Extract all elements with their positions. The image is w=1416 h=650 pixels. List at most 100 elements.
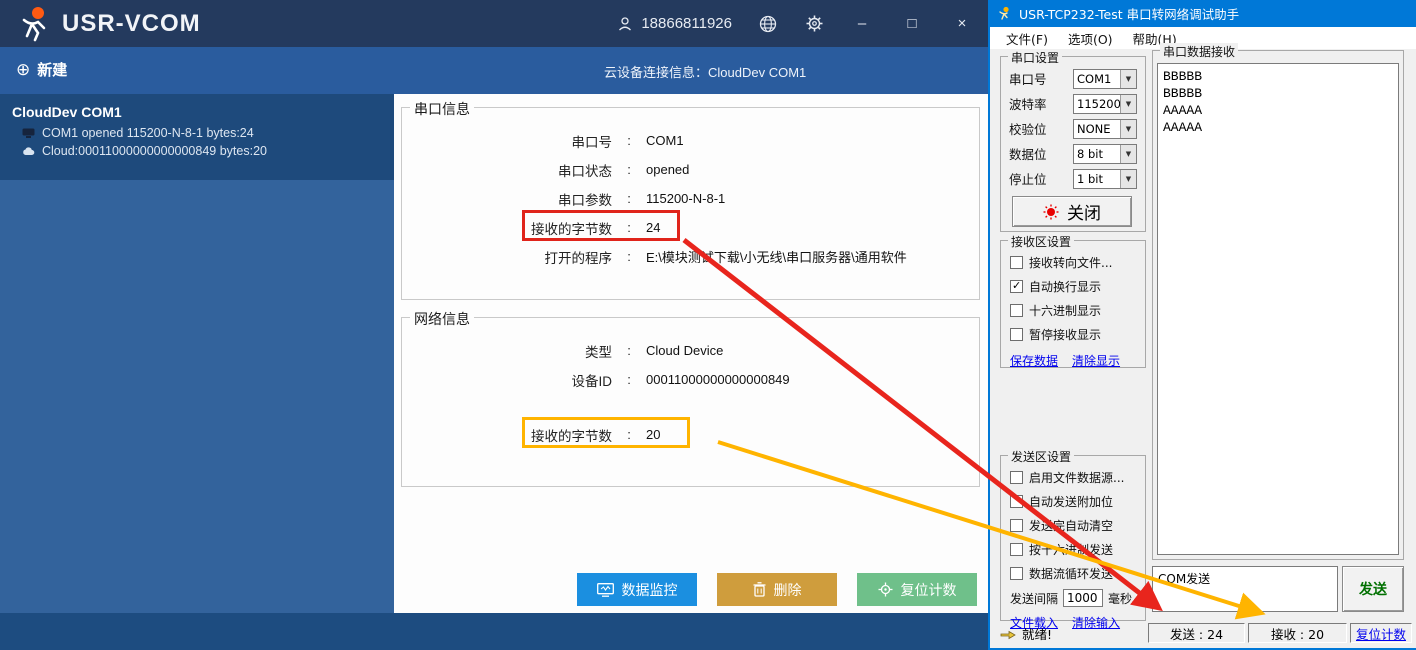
minimize-button[interactable]: – — [850, 15, 874, 32]
option-loop-send[interactable]: 数据流循环发送 — [1001, 565, 1145, 582]
send-button[interactable]: 发送 — [1342, 566, 1404, 612]
setting-row-parity: 校验位 NONE ▼ — [1001, 116, 1145, 141]
receive-line: BBBBB — [1163, 85, 1393, 102]
network-row-type: 类型: Cloud Device — [402, 336, 979, 365]
save-data-link[interactable]: 保存数据 — [1010, 352, 1058, 369]
account-phone[interactable]: 18866811926 — [617, 15, 732, 32]
app-title: USR-VCOM — [62, 10, 201, 38]
clear-display-link[interactable]: 清除显示 — [1072, 352, 1120, 369]
user-icon — [617, 16, 633, 32]
send-data-input[interactable]: COM发送 — [1152, 566, 1338, 612]
red-led-icon — [1043, 204, 1059, 220]
serial-row-rx-bytes: 接收的字节数: 24 — [402, 213, 979, 242]
reset-count-button[interactable]: 复位计数 — [857, 573, 977, 606]
setting-row-databits: 数据位 8 bit ▼ — [1001, 141, 1145, 166]
status-received-count: 接收 : 20 — [1248, 623, 1347, 643]
send-settings-title: 发送区设置 — [1008, 448, 1074, 465]
send-interval-input[interactable]: 1000 — [1063, 589, 1103, 607]
tcp-title-bar[interactable]: USR-TCP232-Test 串口转网络调试助手 — [990, 0, 1416, 27]
monitor-icon — [597, 583, 614, 597]
plus-circle-icon: ⊕ — [16, 60, 30, 80]
serial-row-program: 打开的程序: E:\模块测试下载\小无线\串口服务器\通用软件 — [402, 242, 979, 271]
dropdown-arrow-icon[interactable]: ▼ — [1120, 70, 1136, 88]
status-ready: 就绪! — [990, 624, 1148, 643]
dropdown-arrow-icon[interactable]: ▼ — [1120, 120, 1136, 138]
receive-line: AAAAA — [1163, 102, 1393, 119]
receive-line: BBBBB — [1163, 68, 1393, 85]
dropdown-arrow-icon[interactable]: ▼ — [1120, 145, 1136, 163]
network-row-rx-bytes: 接收的字节数: 20 — [402, 420, 979, 449]
tcp-status-bar: 就绪! 发送 : 24 接收 : 20 复位计数 — [990, 620, 1416, 646]
close-button[interactable]: × — [950, 15, 974, 32]
option-pause-receive[interactable]: 暂停接收显示 — [1001, 326, 1145, 343]
option-hex-display[interactable]: 十六进制显示 — [1001, 302, 1145, 319]
usr-vcom-window: USR-VCOM 18866811926 — [0, 0, 988, 650]
checkbox[interactable] — [1010, 280, 1023, 293]
option-clear-after-send[interactable]: 发送完自动清空 — [1001, 517, 1145, 534]
close-port-button[interactable]: 关闭 — [1012, 196, 1132, 227]
serial-settings-title: 串口设置 — [1008, 49, 1062, 66]
option-file-data-source[interactable]: 启用文件数据源... — [1001, 469, 1145, 486]
status-sent-count: 发送 : 24 — [1148, 623, 1245, 643]
send-interval-row: 发送间隔 1000 毫秒 — [1001, 589, 1145, 607]
reset-count-link[interactable]: 复位计数 — [1356, 624, 1406, 643]
serial-data-receive-groupbox: 串口数据接收 BBBBB BBBBB AAAAA AAAAA — [1152, 50, 1404, 560]
tcp-body: 串口设置 串口号 COM1 ▼ 波特率 115200 ▼ — [990, 49, 1416, 648]
checkbox[interactable] — [1010, 567, 1023, 580]
dropdown-arrow-icon[interactable]: ▼ — [1120, 95, 1136, 113]
option-send-as-hex[interactable]: 按十六进制发送 — [1001, 541, 1145, 558]
serial-row-port: 串口号: COM1 — [402, 126, 979, 155]
maximize-button[interactable]: □ — [900, 15, 924, 32]
option-receive-to-file[interactable]: 接收转向文件... — [1001, 254, 1145, 271]
menu-options[interactable]: 选项(O) — [1060, 27, 1121, 50]
vcom-title-bar: USR-VCOM 18866811926 — [0, 0, 988, 47]
option-auto-send-append[interactable]: 自动发送附加位 — [1001, 493, 1145, 510]
port-select[interactable]: COM1 ▼ — [1073, 69, 1137, 89]
new-device-button[interactable]: ⊕ 新建 — [16, 59, 67, 80]
trash-icon — [753, 582, 766, 597]
serial-info-groupbox: 串口信息 串口号: COM1 串口状态: opened 串口参数: 115200… — [401, 107, 980, 300]
cloud-connection-info: 云设备连接信息：CloudDev COM1 — [604, 62, 806, 81]
device-title: CloudDev COM1 — [12, 104, 382, 120]
delete-button[interactable]: 删除 — [717, 573, 837, 606]
checkbox[interactable] — [1010, 256, 1023, 269]
vcom-toolbar: ⊕ 新建 云设备连接信息：CloudDev COM1 — [0, 47, 988, 94]
sidebar-item-clouddev-com1[interactable]: CloudDev COM1 COM1 opened 115200-N-8-1 b… — [0, 94, 394, 180]
stopbits-select[interactable]: 1 bit ▼ — [1073, 169, 1137, 189]
dropdown-arrow-icon[interactable]: ▼ — [1120, 170, 1136, 188]
databits-select[interactable]: 8 bit ▼ — [1073, 144, 1137, 164]
network-info-title: 网络信息 — [410, 309, 474, 329]
usr-logo-icon — [14, 6, 52, 42]
send-settings-groupbox: 发送区设置 启用文件数据源... 自动发送附加位 发送完自动清空 按十六进制发送 — [1000, 455, 1146, 621]
settings-gear-icon[interactable] — [804, 14, 824, 34]
pointing-hand-icon — [1000, 627, 1016, 640]
serial-row-state: 串口状态: opened — [402, 155, 979, 184]
receive-line: AAAAA — [1163, 119, 1393, 136]
baud-select[interactable]: 115200 ▼ — [1073, 94, 1137, 114]
checkbox[interactable] — [1010, 495, 1023, 508]
checkbox[interactable] — [1010, 471, 1023, 484]
status-reset-count[interactable]: 复位计数 — [1350, 623, 1412, 643]
receive-data-textarea[interactable]: BBBBB BBBBB AAAAA AAAAA — [1157, 63, 1399, 555]
option-auto-newline[interactable]: 自动换行显示 — [1001, 278, 1145, 295]
device-cloud-status: Cloud:00011000000000000849 bytes:20 — [12, 144, 382, 158]
checkbox[interactable] — [1010, 519, 1023, 532]
checkbox[interactable] — [1010, 328, 1023, 341]
cloud-icon — [22, 146, 35, 156]
parity-select[interactable]: NONE ▼ — [1073, 119, 1137, 139]
vcom-brand: USR-VCOM — [0, 6, 201, 42]
checkbox[interactable] — [1010, 304, 1023, 317]
receive-settings-groupbox: 接收区设置 接收转向文件... 自动换行显示 十六进制显示 暂停接收显示 — [1000, 240, 1146, 368]
vcom-bottom-bar — [0, 613, 988, 650]
serial-row-params: 串口参数: 115200-N-8-1 — [402, 184, 979, 213]
checkbox[interactable] — [1010, 543, 1023, 556]
serial-info-title: 串口信息 — [410, 99, 474, 119]
menu-file[interactable]: 文件(F) — [998, 27, 1056, 50]
device-sidebar: CloudDev COM1 COM1 opened 115200-N-8-1 b… — [0, 94, 394, 613]
data-monitor-button[interactable]: 数据监控 — [577, 573, 697, 606]
language-globe-icon[interactable] — [758, 14, 778, 34]
reset-target-icon — [878, 582, 893, 597]
usr-tcp232-test-window: USR-TCP232-Test 串口转网络调试助手 文件(F) 选项(O) 帮助… — [988, 0, 1416, 650]
tcp-window-title: USR-TCP232-Test 串口转网络调试助手 — [1019, 4, 1239, 23]
setting-row-stopbits: 停止位 1 bit ▼ — [1001, 166, 1145, 191]
